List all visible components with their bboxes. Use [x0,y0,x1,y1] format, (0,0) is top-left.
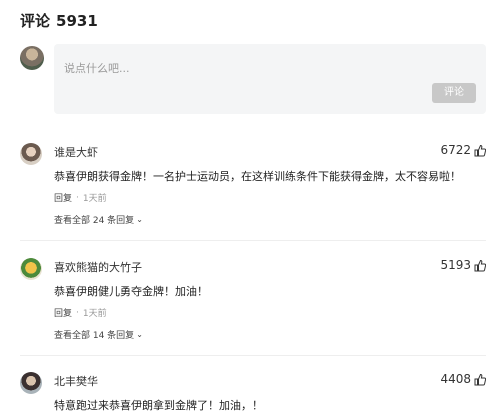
separator-dot: · [76,307,79,318]
avatar[interactable] [20,258,42,280]
comment-item: 北丰樊华 4408 特意跑过来恭喜伊朗拿到金牌了！加油，！ [20,372,486,418]
view-replies-label: 查看全部 14 条回复 [54,331,135,341]
comment-text: 恭喜伊朗健儿勇夺金牌！加油！ [54,285,208,298]
view-replies-label: 查看全部 24 条回复 [54,216,135,226]
like-count: 6722 [440,143,471,157]
comment-author[interactable]: 谁是大虾 [54,144,98,160]
comment-author[interactable]: 喜欢熊猫的大竹子 [54,259,142,275]
avatar[interactable] [20,372,42,394]
comment-author[interactable]: 北丰樊华 [54,373,98,389]
comments-title: 评论 [20,12,51,30]
comments-header: 评论 5931 [20,10,98,32]
comment-text: 特意跑过来恭喜伊朗拿到金牌了！加油，！ [54,399,263,412]
comment-item: 谁是大虾 6722 恭喜伊朗获得金牌！一名护士运动员，在这样训练条件下能获得金牌… [20,143,486,233]
chevron-down-icon: ⌄ [136,215,143,224]
comment-input-placeholder: 说点什么吧... [64,62,130,75]
reply-button[interactable]: 回复 [54,306,72,319]
comment-text: 恭喜伊朗获得金牌！一名护士运动员，在这样训练条件下能获得金牌，太不容易啦！ [54,170,461,183]
comment-item: 喜欢熊猫的大竹子 5193 恭喜伊朗健儿勇夺金牌！加油！ 回复 · 1天前 查看… [20,258,486,348]
avatar[interactable] [20,143,42,165]
thumbs-up-icon [474,144,486,156]
divider [20,240,486,241]
like-button[interactable]: 4408 [440,372,486,386]
thumbs-up-icon [474,373,486,385]
comment-meta: 回复 · 1天前 [54,306,107,320]
view-all-replies-link[interactable]: 查看全部 24 条回复 ⌄ [54,213,143,226]
like-button[interactable]: 5193 [440,258,486,272]
separator-dot: · [76,192,79,203]
comments-count: 5931 [56,12,98,30]
chevron-down-icon: ⌄ [136,330,143,339]
divider [20,355,486,356]
comment-input[interactable]: 说点什么吧... 评论 [54,44,486,114]
comment-meta: 回复 · 1天前 [54,191,107,205]
submit-comment-button[interactable]: 评论 [432,83,476,103]
view-all-replies-link[interactable]: 查看全部 14 条回复 ⌄ [54,328,143,341]
reply-button[interactable]: 回复 [54,191,72,204]
comment-time: 1天前 [82,309,107,319]
like-count: 4408 [440,372,471,386]
like-button[interactable]: 6722 [440,143,486,157]
current-user-avatar [20,46,44,70]
thumbs-up-icon [474,259,486,271]
like-count: 5193 [440,258,471,272]
comment-time: 1天前 [82,194,107,204]
